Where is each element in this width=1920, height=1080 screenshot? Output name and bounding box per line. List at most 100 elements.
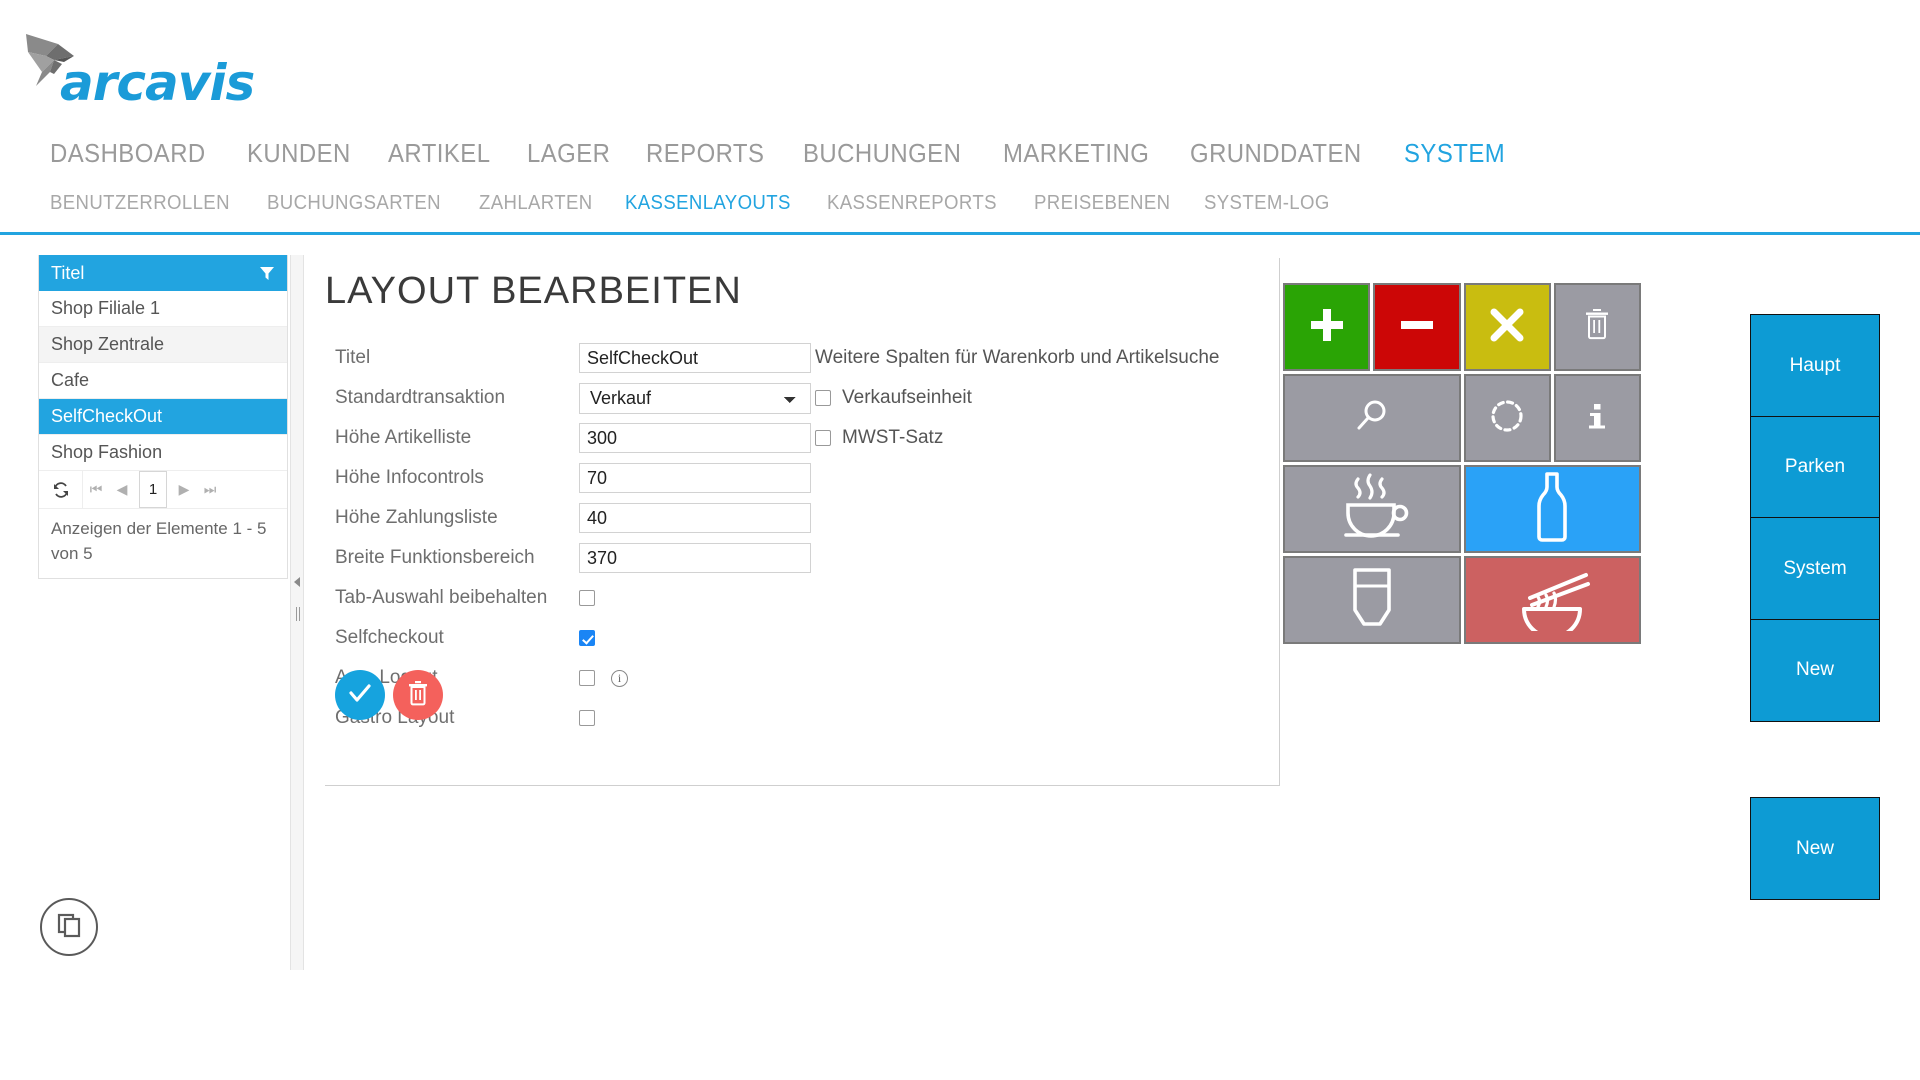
close-x-icon — [1487, 305, 1527, 350]
label-selfcheckout: Selfcheckout — [335, 627, 444, 648]
subnav-item-benutzerrollen[interactable]: BENUTZERROLLEN — [50, 192, 230, 215]
pos-button-minus[interactable] — [1373, 283, 1461, 371]
noodle-bowl-icon — [1512, 565, 1592, 639]
main-navigation: DASHBOARD KUNDEN ARTIKEL LAGER REPORTS B… — [50, 138, 1514, 169]
pos-button-delete[interactable] — [1553, 283, 1641, 371]
additional-columns-group: Weitere Spalten für Warenkorb und Artike… — [815, 338, 1219, 458]
pager-first-button[interactable]: ⏮ — [83, 471, 109, 508]
pos-button-coffee[interactable] — [1283, 465, 1461, 553]
selfcheckout-checkbox[interactable] — [579, 630, 595, 646]
subnav-item-kassenlayouts[interactable]: KASSENLAYOUTS — [625, 192, 791, 215]
panel-splitter[interactable] — [290, 255, 304, 970]
panel-actions — [335, 670, 443, 720]
hoehe-artikelliste-input[interactable] — [579, 423, 811, 453]
form-row-tab-auswahl: Tab-Auswahl beibehalten — [335, 578, 811, 618]
sidebar-column-header-label: Titel — [51, 262, 85, 283]
dotted-circle-icon — [1487, 396, 1527, 441]
form-row-breite-funktionsbereich: Breite Funktionsbereich — [335, 538, 811, 578]
hoehe-zahlungsliste-input[interactable] — [579, 503, 811, 533]
label-hoehe-artikelliste: Höhe Artikelliste — [335, 427, 472, 448]
tab-button-system[interactable]: System — [1750, 517, 1880, 620]
breite-funktionsbereich-input[interactable] — [579, 543, 811, 573]
collapse-arrow-icon[interactable] — [294, 577, 300, 587]
label-titel: Titel — [335, 347, 371, 368]
form-row-selfcheckout: Selfcheckout — [335, 618, 811, 658]
pager-next-button[interactable]: ▶ — [171, 471, 197, 508]
sidebar-item-cafe[interactable]: Cafe — [39, 363, 287, 399]
form-row-hoehe-zahlungsliste: Höhe Zahlungsliste — [335, 498, 811, 538]
subnav-item-buchungsarten[interactable]: BUCHUNGSARTEN — [267, 192, 441, 215]
sidebar-item-shop-fashion[interactable]: Shop Fashion — [39, 435, 287, 471]
minus-icon — [1395, 303, 1439, 352]
verkaufseinheit-checkbox[interactable] — [815, 390, 831, 406]
subnav-item-zahlarten[interactable]: ZAHLARTEN — [479, 192, 593, 215]
sub-navigation: BENUTZERROLLEN BUCHUNGSARTEN ZAHLARTEN K… — [50, 192, 1339, 215]
subnav-item-kassenreports[interactable]: KASSENREPORTS — [827, 192, 997, 215]
pager-last-button[interactable]: ⏭ — [197, 471, 223, 508]
pos-button-plus[interactable] — [1283, 283, 1371, 371]
pager-prev-button[interactable]: ◀ — [109, 471, 135, 508]
tab-button-new[interactable]: New — [1750, 618, 1880, 722]
form-row-standardtransaktion: Standardtransaktion Verkauf — [335, 378, 811, 418]
filter-funnel-icon[interactable] — [259, 265, 275, 286]
pos-button-info[interactable] — [1553, 374, 1641, 462]
form-row-titel: Titel — [335, 338, 811, 378]
sidebar-column-header[interactable]: Titel — [39, 255, 287, 291]
sidebar-status-text: Anzeigen der Elemente 1 - 5 von 5 — [51, 519, 267, 563]
info-icon — [1582, 396, 1612, 441]
bottle-icon — [1529, 471, 1575, 548]
nav-item-kunden[interactable]: KUNDEN — [247, 138, 351, 169]
search-icon — [1352, 396, 1392, 441]
subnav-item-preisebenen[interactable]: PREISEBENEN — [1034, 192, 1170, 215]
pos-button-glass[interactable] — [1283, 556, 1461, 644]
info-icon[interactable]: i — [611, 669, 628, 687]
trash-icon — [406, 680, 430, 711]
hoehe-infocontrols-input[interactable] — [579, 463, 811, 493]
tab-button-new-secondary[interactable]: New — [1750, 797, 1880, 900]
titel-input[interactable] — [579, 343, 811, 373]
sidebar-item-shop-zentrale[interactable]: Shop Zentrale — [39, 327, 287, 363]
nav-item-dashboard[interactable]: DASHBOARD — [50, 138, 206, 169]
refresh-icon[interactable] — [39, 471, 83, 508]
copy-icon — [55, 911, 83, 944]
label-hoehe-infocontrols: Höhe Infocontrols — [335, 467, 484, 488]
plus-icon — [1305, 303, 1349, 352]
splitter-grip-icon[interactable] — [296, 607, 300, 621]
mwst-satz-checkbox[interactable] — [815, 430, 831, 446]
nav-item-system[interactable]: SYSTEM — [1404, 138, 1505, 169]
row-mwst-satz: MWST-Satz — [815, 418, 1219, 458]
pos-button-dotted-circle[interactable] — [1463, 374, 1551, 462]
brand-logo[interactable]: arcavis — [24, 28, 255, 112]
pos-button-noodle-bowl[interactable] — [1463, 556, 1641, 644]
delete-button[interactable] — [393, 670, 443, 720]
label-standardtransaktion: Standardtransaktion — [335, 387, 506, 408]
nav-item-artikel[interactable]: ARTIKEL — [388, 138, 490, 169]
form-row-hoehe-infocontrols: Höhe Infocontrols — [335, 458, 811, 498]
label-breite-funktionsbereich: Breite Funktionsbereich — [335, 547, 535, 568]
row-verkaufseinheit: Verkaufseinheit — [815, 378, 1219, 418]
nav-item-reports[interactable]: REPORTS — [646, 138, 764, 169]
copy-button[interactable] — [40, 898, 98, 956]
layout-list-sidebar: Titel Shop Filiale 1 Shop Zentrale Cafe … — [38, 255, 288, 580]
standardtransaktion-select[interactable]: Verkauf — [579, 382, 811, 414]
nav-item-lager[interactable]: LAGER — [527, 138, 610, 169]
tab-auswahl-checkbox[interactable] — [579, 590, 595, 606]
checkmark-icon — [346, 679, 374, 712]
tab-button-parken[interactable]: Parken — [1750, 415, 1880, 519]
page-title: LAYOUT BEARBEITEN — [325, 270, 742, 312]
pos-button-search[interactable] — [1283, 374, 1461, 462]
subnav-item-system-log[interactable]: SYSTEM-LOG — [1204, 192, 1330, 215]
gastro-layout-checkbox[interactable] — [579, 710, 595, 726]
glass-icon — [1345, 566, 1399, 635]
nav-item-marketing[interactable]: MARKETING — [1003, 138, 1149, 169]
auto-logout-checkbox[interactable] — [579, 670, 595, 686]
pos-button-cancel[interactable] — [1463, 283, 1551, 371]
tab-button-haupt[interactable]: Haupt — [1750, 314, 1880, 417]
sidebar-item-shop-filiale-1[interactable]: Shop Filiale 1 — [39, 291, 287, 327]
sidebar-item-selfcheckout[interactable]: SelfCheckOut — [39, 399, 287, 435]
pos-button-bottle[interactable] — [1463, 465, 1641, 553]
save-button[interactable] — [335, 670, 385, 720]
pager-page-number[interactable]: 1 — [139, 471, 167, 508]
nav-item-grunddaten[interactable]: GRUNDDATEN — [1190, 138, 1362, 169]
nav-item-buchungen[interactable]: BUCHUNGEN — [803, 138, 961, 169]
